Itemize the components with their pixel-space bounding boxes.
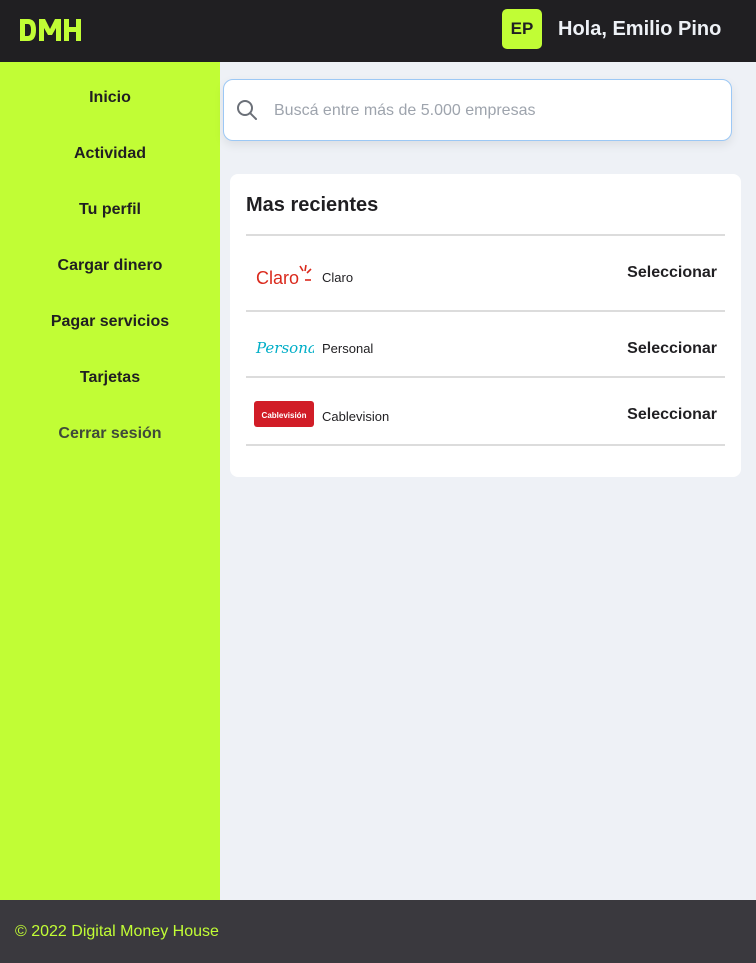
service-row-cablevision[interactable]: Cablevisión Cablevision Seleccionar [246,378,725,444]
service-row-claro[interactable]: Claro Claro Seleccionar [246,236,725,310]
select-button[interactable]: Seleccionar [627,264,717,282]
service-name: Cablevision [322,409,390,424]
search-icon [237,100,257,120]
claro-logo: Claro [256,264,312,288]
select-button[interactable]: Seleccionar [627,406,717,424]
user-greeting[interactable]: Hola, Emilio Pino [558,18,721,41]
sidebar-item-tu-perfil[interactable]: Tu perfil [0,201,220,219]
footer: © 2022 Digital Money House [0,900,756,963]
service-name: Personal [322,341,374,356]
personal-logo-text: Personal [255,339,314,357]
dmh-logo[interactable] [18,17,82,43]
sidebar-item-cerrar-sesion[interactable]: Cerrar sesión [0,425,220,443]
sidebar-item-inicio[interactable]: Inicio [0,89,220,107]
cablevision-logo-text: Cablevisión [262,411,307,420]
claro-logo-text: Claro [256,268,299,288]
personal-logo: Personal [255,339,314,357]
sidebar-item-cargar-dinero[interactable]: Cargar dinero [0,257,220,275]
top-header: EP Hola, Emilio Pino [0,0,756,62]
service-row-personal[interactable]: Personal Personal Seleccionar [246,312,725,376]
copyright-text: © 2022 Digital Money House [15,923,219,940]
sidebar: Inicio Actividad Tu perfil Cargar dinero… [0,62,220,900]
select-button[interactable]: Seleccionar [627,340,717,358]
sidebar-item-pagar-servicios[interactable]: Pagar servicios [0,313,220,331]
recent-services-card: Mas recientes Claro Claro Seleccionar Pe… [230,174,741,477]
service-name: Claro [322,270,354,285]
sidebar-item-tarjetas[interactable]: Tarjetas [0,369,220,387]
divider [246,444,725,446]
search-input[interactable] [272,96,716,126]
recent-title: Mas recientes [246,194,379,216]
avatar-initials: EP [510,19,534,38]
cablevision-logo: Cablevisión [254,401,314,427]
sidebar-item-actividad[interactable]: Actividad [0,145,220,163]
search-box [223,79,732,141]
user-avatar[interactable]: EP [502,9,542,49]
